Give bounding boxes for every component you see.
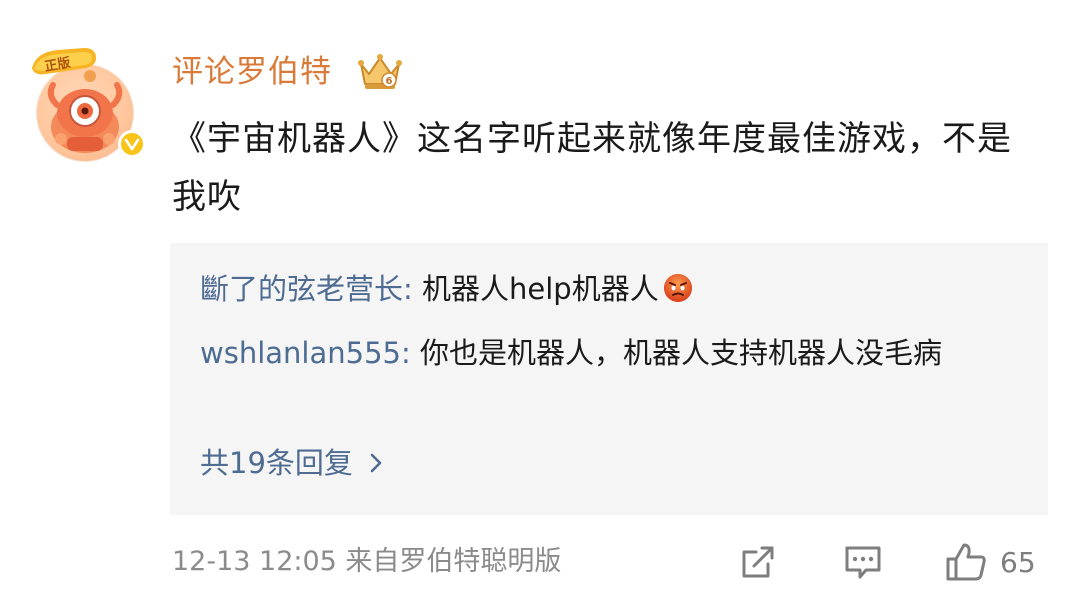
verified-icon bbox=[118, 130, 146, 158]
reply-username[interactable]: wshlanlan555 bbox=[200, 336, 401, 370]
reply-item[interactable]: wshlanlan555: 你也是机器人，机器人支持机器人没毛病 bbox=[200, 325, 1020, 381]
reply-text: 机器人help机器人 bbox=[422, 272, 659, 306]
chevron-right-icon bbox=[370, 453, 382, 473]
comment-icon bbox=[845, 546, 881, 579]
like-count: 65 bbox=[1000, 545, 1036, 579]
reply-username[interactable]: 斷了的弦老营长 bbox=[200, 272, 403, 306]
share-icon bbox=[742, 546, 774, 578]
comment-button[interactable] bbox=[842, 542, 884, 582]
reply-separator: : bbox=[403, 272, 423, 306]
replies-box[interactable]: 斷了的弦老营长: 机器人help机器人 wshlanlan555: 你也是机器人… bbox=[170, 243, 1048, 515]
comment-meta: 12-13 12:05 来自罗伯特聪明版 bbox=[172, 546, 562, 577]
like-icon bbox=[946, 543, 986, 581]
view-all-replies-link[interactable]: 共19条回复 bbox=[200, 439, 383, 487]
reply-separator: : bbox=[400, 336, 420, 370]
svg-text:6: 6 bbox=[386, 76, 393, 87]
reply-text: 你也是机器人，机器人支持机器人没毛病 bbox=[419, 336, 942, 370]
view-replies-label[interactable]: 共19条回复 bbox=[200, 439, 353, 487]
like-button[interactable]: 65 bbox=[944, 542, 1036, 582]
official-tag-icon: 正版 bbox=[32, 48, 96, 82]
angry-face-emoji bbox=[663, 274, 692, 302]
crown-icon[interactable]: 6 bbox=[355, 50, 405, 94]
reply-item[interactable]: 斷了的弦老营长: 机器人help机器人 bbox=[200, 261, 1020, 317]
share-button[interactable] bbox=[738, 542, 778, 582]
avatar-container[interactable]: 正版 bbox=[26, 42, 146, 164]
username[interactable]: 评论罗伯特 bbox=[172, 48, 332, 96]
comment-text: 《宇宙机器人》这名字听起来就像年度最佳游戏，不是我吹 bbox=[172, 119, 1012, 217]
